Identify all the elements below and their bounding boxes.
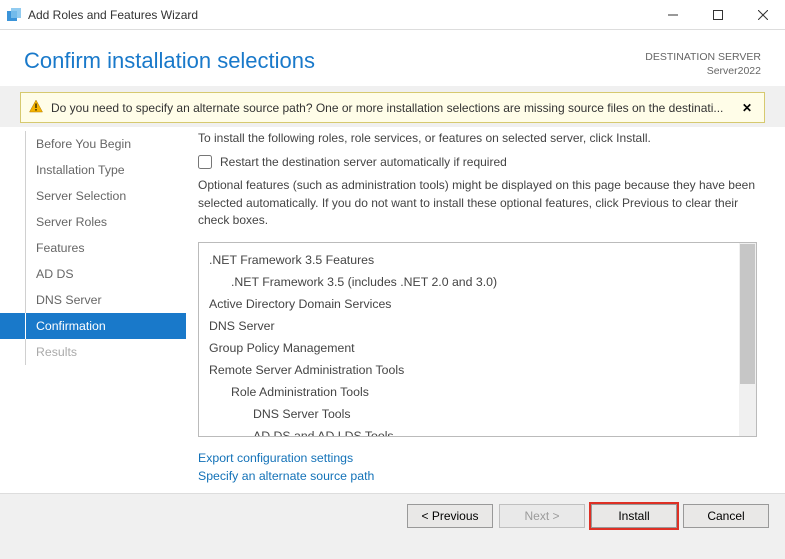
main-content: To install the following roles, role ser… bbox=[186, 127, 785, 492]
sidebar: Before You Begin Installation Type Server … bbox=[0, 127, 186, 492]
minimize-button[interactable] bbox=[650, 0, 695, 29]
install-button[interactable]: Install bbox=[591, 504, 677, 528]
app-icon bbox=[6, 7, 22, 23]
sidebar-step-server-selection[interactable]: Server Selection bbox=[0, 183, 186, 209]
feature-item: .NET Framework 3.5 Features bbox=[209, 249, 756, 271]
feature-item: DNS Server bbox=[209, 315, 756, 337]
feature-item: Active Directory Domain Services bbox=[209, 293, 756, 315]
sidebar-step-results: Results bbox=[0, 339, 186, 365]
previous-button[interactable]: < Previous bbox=[407, 504, 493, 528]
sidebar-step-label: Server Selection bbox=[36, 189, 126, 203]
links: Export configuration settings Specify an… bbox=[198, 437, 757, 487]
sidebar-step-label: DNS Server bbox=[36, 293, 102, 307]
restart-checkbox[interactable] bbox=[198, 155, 212, 169]
warning-icon bbox=[29, 99, 43, 116]
sidebar-step-installation-type[interactable]: Installation Type bbox=[0, 157, 186, 183]
next-button[interactable]: Next > bbox=[499, 504, 585, 528]
sidebar-step-label: Features bbox=[36, 241, 85, 255]
destination-info: DESTINATION SERVER Server2022 bbox=[645, 48, 761, 78]
feature-list: .NET Framework 3.5 Features.NET Framewor… bbox=[198, 242, 757, 437]
scrollbar-track[interactable] bbox=[739, 243, 756, 436]
feature-item: DNS Server Tools bbox=[209, 403, 756, 425]
alert-close-icon[interactable]: ✕ bbox=[738, 101, 756, 115]
restart-row: Restart the destination server automatic… bbox=[198, 155, 757, 169]
maximize-button[interactable] bbox=[695, 0, 740, 29]
sidebar-step-label: Installation Type bbox=[36, 163, 125, 177]
feature-item: .NET Framework 3.5 (includes .NET 2.0 an… bbox=[209, 271, 756, 293]
sidebar-step-before-you-begin[interactable]: Before You Begin bbox=[0, 131, 186, 157]
sidebar-step-confirmation[interactable]: Confirmation bbox=[0, 313, 186, 339]
alternate-source-link[interactable]: Specify an alternate source path bbox=[198, 467, 757, 485]
sidebar-step-label: Before You Begin bbox=[36, 137, 131, 151]
sidebar-step-server-roles[interactable]: Server Roles bbox=[0, 209, 186, 235]
scrollbar-thumb[interactable] bbox=[740, 244, 755, 384]
page-title: Confirm installation selections bbox=[24, 48, 315, 74]
optional-desc: Optional features (such as administratio… bbox=[198, 177, 757, 229]
destination-server: Server2022 bbox=[645, 64, 761, 78]
feature-item: Role Administration Tools bbox=[209, 381, 756, 403]
alert-bar: Do you need to specify an alternate sour… bbox=[20, 92, 765, 123]
destination-label: DESTINATION SERVER bbox=[645, 50, 761, 64]
intro-text: To install the following roles, role ser… bbox=[198, 131, 757, 145]
sidebar-step-label: Results bbox=[36, 345, 77, 359]
sidebar-step-label: Server Roles bbox=[36, 215, 107, 229]
feature-item: Remote Server Administration Tools bbox=[209, 359, 756, 381]
feature-item: AD DS and AD LDS Tools bbox=[209, 425, 756, 437]
close-button[interactable] bbox=[740, 0, 785, 29]
header: Confirm installation selections DESTINAT… bbox=[0, 30, 785, 86]
sidebar-step-label: Confirmation bbox=[36, 319, 106, 333]
alert-text: Do you need to specify an alternate sour… bbox=[51, 101, 738, 115]
export-link[interactable]: Export configuration settings bbox=[198, 449, 757, 467]
cancel-button[interactable]: Cancel bbox=[683, 504, 769, 528]
feature-item: Group Policy Management bbox=[209, 337, 756, 359]
restart-label: Restart the destination server automatic… bbox=[220, 155, 507, 169]
sidebar-step-dns-server[interactable]: DNS Server bbox=[0, 287, 186, 313]
window-title: Add Roles and Features Wizard bbox=[28, 8, 650, 22]
footer: < Previous Next > Install Cancel bbox=[0, 493, 785, 538]
titlebar: Add Roles and Features Wizard bbox=[0, 0, 785, 30]
sidebar-step-ad-ds[interactable]: AD DS bbox=[0, 261, 186, 287]
sidebar-step-features[interactable]: Features bbox=[0, 235, 186, 261]
sidebar-step-label: AD DS bbox=[36, 267, 74, 281]
